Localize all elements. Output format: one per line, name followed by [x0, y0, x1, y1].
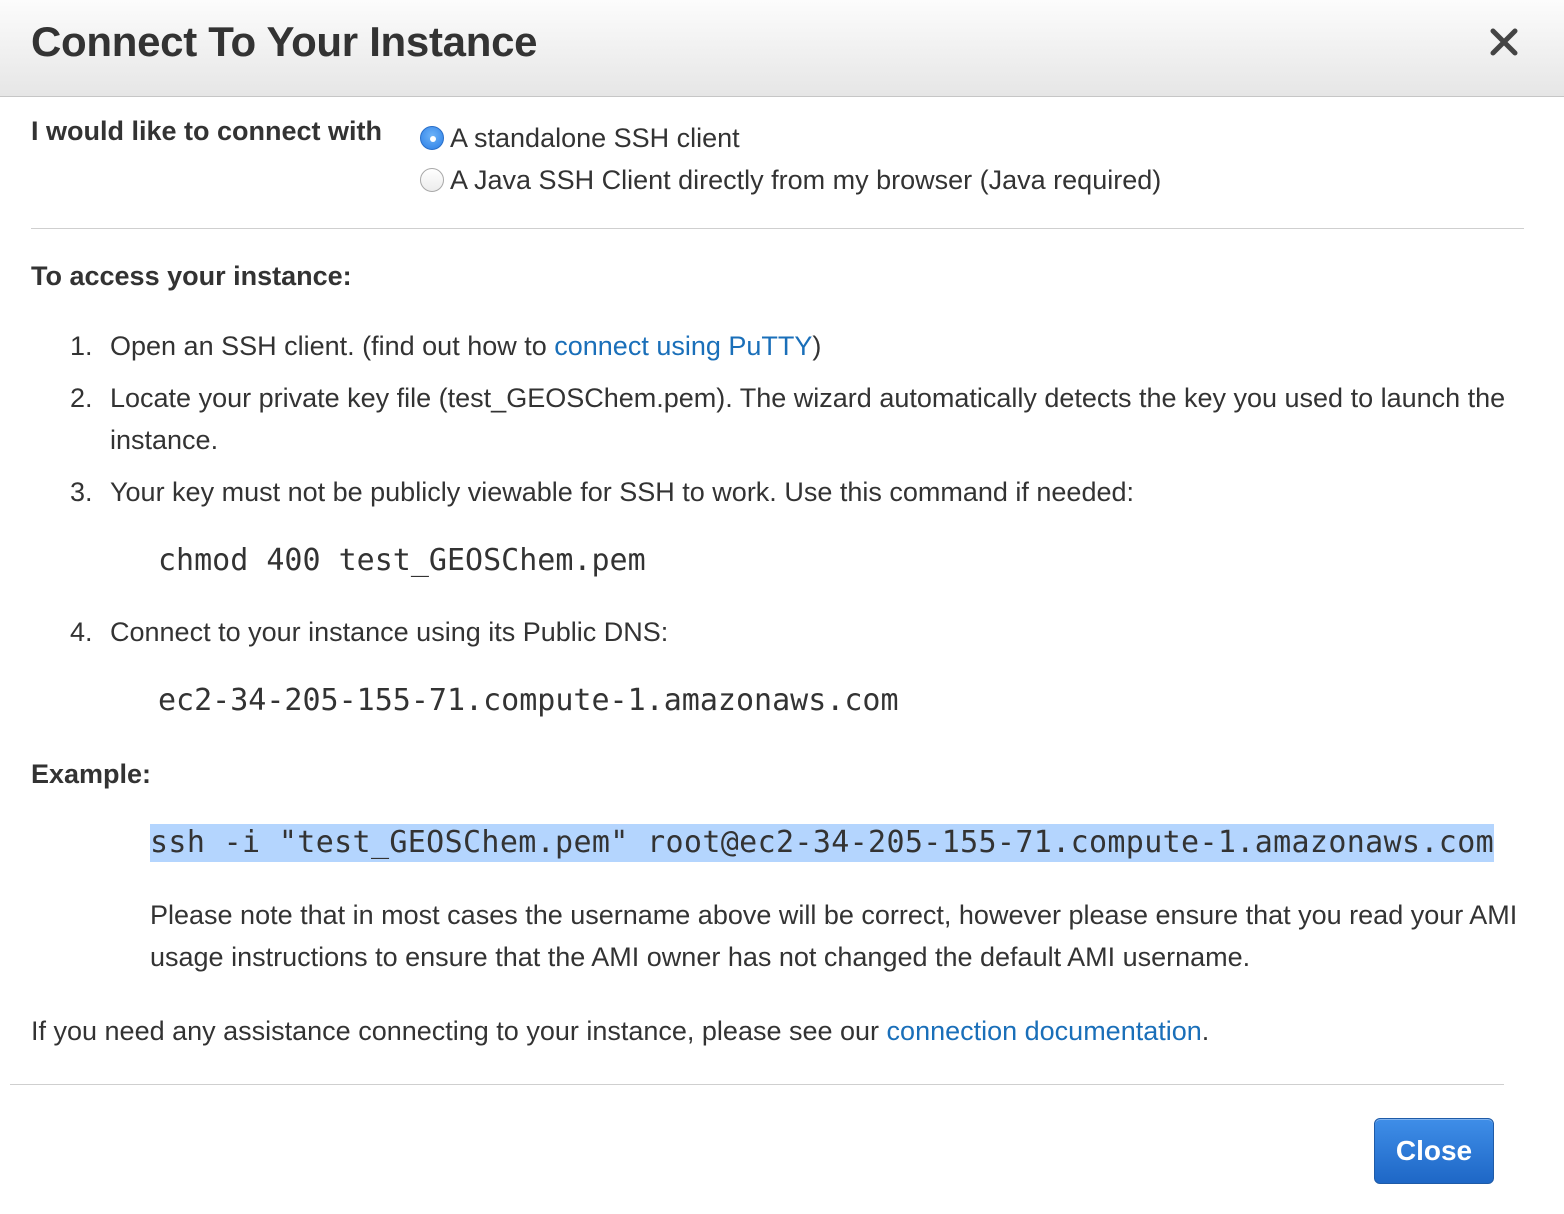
assistance-text-after: . — [1201, 1016, 1210, 1046]
radio-unchecked-icon[interactable] — [420, 168, 444, 192]
step-2: 2. Locate your private key file (test_GE… — [70, 377, 1530, 461]
radio-option-java-ssh[interactable]: A Java SSH Client directly from my brows… — [420, 160, 1161, 200]
dialog-title: Connect To Your Instance — [31, 18, 538, 65]
radio-label: A standalone SSH client — [450, 123, 740, 153]
connect-using-putty-link[interactable]: connect using PuTTY — [554, 331, 812, 361]
divider — [31, 228, 1524, 229]
step-number: 1. — [70, 331, 93, 361]
step-text: Connect to your instance using its Publi… — [110, 617, 669, 647]
step-3: 3. Your key must not be publicly viewabl… — [70, 471, 1530, 513]
example-heading: Example: — [31, 759, 152, 789]
step-text-before: Open an SSH client. (find out how to — [110, 331, 555, 361]
ssh-example-command[interactable]: ssh -i "test_GEOSChem.pem" root@ec2-34-2… — [150, 824, 1495, 862]
step-number: 2. — [70, 383, 93, 413]
connect-method-label: I would like to connect with — [31, 116, 383, 146]
close-button[interactable]: Close — [1374, 1118, 1494, 1184]
footer-divider — [10, 1084, 1504, 1085]
step-text-after: ) — [812, 331, 822, 361]
dialog-header: Connect To Your Instance — [0, 0, 1564, 97]
radio-checked-icon[interactable] — [420, 126, 444, 150]
username-note: Please note that in most cases the usern… — [150, 900, 1518, 972]
step-text: Locate your private key file (test_GEOSC… — [110, 383, 1506, 455]
connect-dialog: Connect To Your Instance I would like to… — [0, 0, 1564, 1214]
step-4: 4. Connect to your instance using its Pu… — [70, 611, 1530, 653]
access-heading: To access your instance: — [31, 261, 352, 291]
step-1: 1. Open an SSH client. (find out how to … — [70, 325, 1530, 367]
step-text: Open an SSH client. (find out how to con… — [110, 325, 1530, 367]
connection-documentation-link[interactable]: connection documentation — [887, 1016, 1202, 1046]
connect-method-group: I would like to connect with A standalon… — [31, 112, 1531, 212]
radio-label: A Java SSH Client directly from my brows… — [450, 165, 1162, 195]
close-x-icon[interactable] — [1484, 22, 1524, 62]
step-text: Your key must not be publicly viewable f… — [110, 477, 1134, 507]
radio-option-standalone-ssh[interactable]: A standalone SSH client — [420, 118, 740, 158]
public-dns: ec2-34-205-155-71.compute-1.amazonaws.co… — [158, 683, 899, 718]
step-number: 3. — [70, 477, 93, 507]
assistance-text-before: If you need any assistance connecting to… — [31, 1016, 887, 1046]
step-number: 4. — [70, 617, 93, 647]
chmod-command: chmod 400 test_GEOSChem.pem — [158, 543, 646, 578]
assistance-text: If you need any assistance connecting to… — [31, 1010, 1531, 1052]
